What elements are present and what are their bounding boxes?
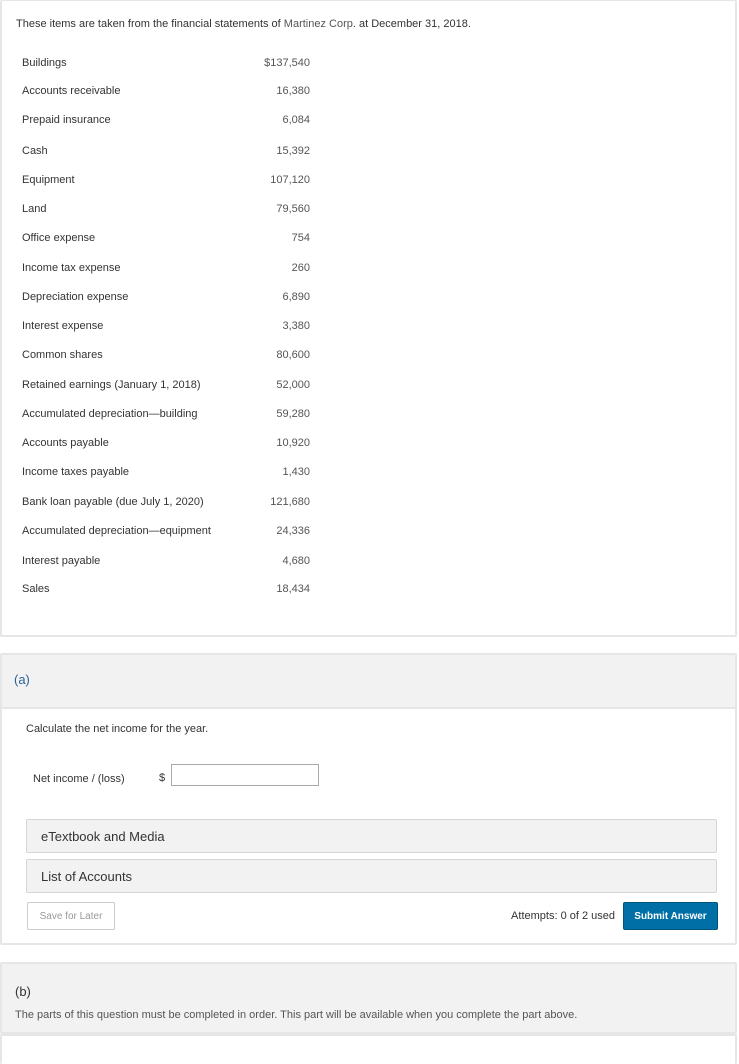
intro-prefix: These items are taken from the financial… [16, 18, 284, 30]
item-row: Accounts payable 10,920 [22, 435, 322, 455]
currency-symbol: $ [159, 772, 166, 784]
item-value: 10,920 [276, 437, 310, 449]
part-a-body: Calculate the net income for the year. N… [2, 709, 735, 943]
item-value: 260 [291, 262, 310, 274]
item-row: Land 79,560 [22, 201, 322, 221]
item-value: 18,434 [276, 583, 310, 595]
part-a-panel: (a) Calculate the net income for the yea… [0, 653, 737, 945]
item-label: Depreciation expense [22, 291, 129, 303]
item-value: 6,084 [282, 114, 310, 126]
part-a-header: (a) [2, 655, 735, 709]
item-label: Office expense [22, 232, 96, 244]
part-a-label: (a) [14, 672, 30, 687]
item-row: Prepaid insurance 6,084 [22, 112, 322, 132]
item-row: Buildings $137,540 [22, 55, 322, 75]
financial-items-panel: These items are taken from the financial… [0, 0, 737, 637]
intro-text: These items are taken from the financial… [16, 18, 471, 30]
item-label: Bank loan payable (due July 1, 2020) [22, 496, 204, 508]
item-label: Accounts payable [22, 437, 109, 449]
item-value: 4,680 [282, 555, 310, 567]
etextbook-media-button[interactable]: eTextbook and Media [26, 819, 717, 853]
item-label: Income taxes payable [22, 466, 130, 478]
item-row: Income tax expense 260 [22, 260, 322, 280]
etextbook-media-label: eTextbook and Media [41, 829, 165, 844]
next-part-panel [0, 1034, 737, 1064]
item-value: 80,600 [276, 349, 310, 361]
item-row: Depreciation expense 6,890 [22, 289, 322, 309]
intro-suffix: at December 31, 2018. [355, 18, 471, 30]
item-value: 52,000 [276, 379, 310, 391]
item-row: Interest expense 3,380 [22, 318, 322, 338]
item-row: Accumulated depreciation—equipment 24,336 [22, 523, 322, 543]
item-row: Income taxes payable 1,430 [22, 464, 322, 484]
item-value: 121,680 [270, 496, 310, 508]
item-label: Buildings [22, 57, 67, 69]
part-b-panel: (b) The parts of this question must be c… [0, 962, 737, 1034]
item-label: Accounts receivable [22, 85, 121, 97]
list-of-accounts-label: List of Accounts [41, 869, 133, 884]
net-income-label: Net income / (loss) [33, 773, 125, 785]
item-value: 107,120 [270, 174, 310, 186]
item-label: Equipment [22, 174, 75, 186]
item-value: $137,540 [264, 57, 310, 69]
list-of-accounts-button[interactable]: List of Accounts [26, 859, 717, 893]
item-label: Accumulated depreciation—building [22, 408, 198, 420]
item-label: Retained earnings (January 1, 2018) [22, 379, 201, 391]
item-value: 59,280 [276, 408, 310, 420]
question-text: Calculate the net income for the year. [26, 723, 209, 735]
item-row: Interest payable 4,680 [22, 553, 322, 573]
item-label: Interest payable [22, 555, 101, 567]
item-value: 15,392 [276, 145, 310, 157]
company-name: Martinez Corp. [283, 18, 356, 30]
item-value: 16,380 [276, 85, 310, 97]
item-row: Retained earnings (January 1, 2018) 52,00… [22, 377, 322, 397]
save-for-later-button[interactable]: Save for Later [27, 902, 115, 930]
item-label: Land [22, 203, 47, 215]
item-value: 79,560 [276, 203, 310, 215]
item-row: Accumulated depreciation—building 59,280 [22, 406, 322, 426]
item-row: Bank loan payable (due July 1, 2020) 121,… [22, 494, 322, 514]
attempts-counter: Attempts: 0 of 2 used [511, 910, 615, 922]
item-row: Common shares 80,600 [22, 347, 322, 367]
item-row: Equipment 107,120 [22, 172, 322, 192]
item-row: Office expense 754 [22, 230, 322, 250]
item-value: 754 [291, 232, 310, 244]
item-value: 3,380 [282, 320, 310, 332]
item-value: 1,430 [282, 466, 310, 478]
item-label: Interest expense [22, 320, 104, 332]
item-label: Cash [22, 145, 48, 157]
part-b-note: The parts of this question must be compl… [15, 1009, 578, 1021]
submit-answer-button[interactable]: Submit Answer [623, 902, 718, 930]
item-value: 6,890 [282, 291, 310, 303]
item-row: Cash 15,392 [22, 143, 322, 163]
item-row: Accounts receivable 16,380 [22, 83, 322, 103]
item-label: Common shares [22, 349, 103, 361]
item-label: Accumulated depreciation—equipment [22, 525, 211, 537]
item-label: Income tax expense [22, 262, 121, 274]
item-label: Prepaid insurance [22, 114, 111, 126]
item-label: Sales [22, 583, 50, 595]
item-row: Sales 18,434 [22, 581, 322, 601]
part-b-label: (b) [15, 984, 31, 999]
item-value: 24,336 [276, 525, 310, 537]
net-income-input[interactable] [171, 764, 319, 786]
